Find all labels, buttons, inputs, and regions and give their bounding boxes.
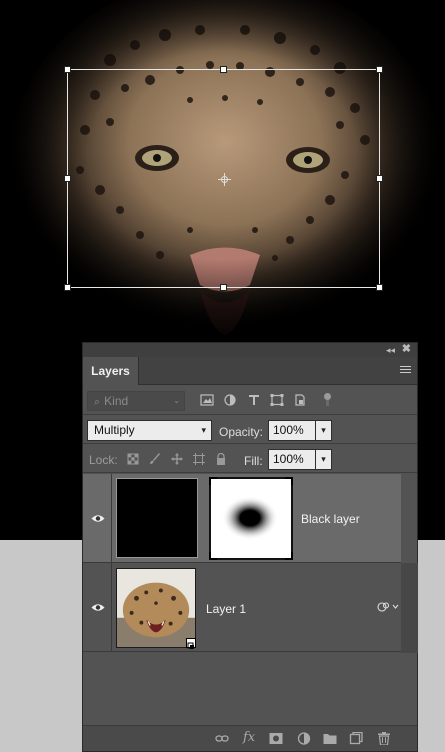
layer-row-layer-1[interactable]: Layer 1 [83,563,417,652]
fill-label: Fill: [244,454,263,468]
fill-dropdown-button[interactable]: ▾ [316,449,332,470]
opacity-label: Opacity: [219,425,264,439]
transform-handle-bottom-center[interactable] [220,284,227,291]
shape-filter-icon[interactable] [270,394,284,406]
smart-object-filter-icon[interactable] [293,394,307,406]
layer-name[interactable]: Black layer [301,512,360,526]
chevron-down-icon: ▾ [201,425,206,435]
lock-transparent-pixels-icon[interactable] [127,453,139,465]
eye-icon[interactable] [91,514,105,523]
chevron-down-icon: ⌄ [173,396,180,405]
visibility-cell[interactable] [83,474,112,562]
visibility-cell[interactable] [83,563,112,651]
transform-handle-top-left[interactable] [64,66,71,73]
adjustment-layer-icon[interactable] [297,732,311,745]
opacity-dropdown-button[interactable]: ▾ [316,420,332,441]
fx-icon[interactable]: fx [243,730,257,745]
search-icon: ⌕ [94,396,101,408]
filter-toggle-switch[interactable] [324,393,331,406]
transform-handle-bottom-right[interactable] [376,284,383,291]
type-filter-icon[interactable] [247,394,261,406]
layer-filter-row: ⌕ Kind ⌄ [83,386,417,415]
lock-image-pixels-icon[interactable] [149,453,161,465]
transform-handle-middle-right[interactable] [376,175,383,182]
blend-row: Multiply ▾ Opacity: 100% ▾ [83,415,417,444]
layer-name[interactable]: Layer 1 [206,602,246,616]
adjustment-filter-icon[interactable] [223,394,237,406]
add-mask-icon[interactable] [269,732,283,745]
lock-artboard-icon[interactable] [193,453,205,465]
reference-point-icon[interactable] [218,173,231,186]
close-panel-icon[interactable]: ✖ [402,343,411,356]
lock-all-icon[interactable] [215,453,227,465]
transform-handle-bottom-left[interactable] [64,284,71,291]
layers-list: Black layer Layer 1 [83,474,418,726]
smart-object-badge-icon [186,638,196,649]
collapse-panel-icon[interactable]: ◂◂ [386,344,395,356]
fill-input[interactable]: 100% [268,449,316,470]
panel-title-bar[interactable]: ◂◂ ✖ [83,343,417,357]
panel-tab-bar: Layers [83,357,417,385]
trash-icon[interactable] [377,732,391,745]
blend-mode-value: Multiply [94,423,135,437]
layer-thumbnail[interactable] [116,478,198,558]
lock-row: Lock: Fill: 100% ▾ [83,444,417,473]
layer-row-black-layer[interactable]: Black layer [83,474,401,563]
pixel-filter-icon[interactable] [200,394,214,406]
transform-handle-middle-left[interactable] [64,175,71,182]
filter-kind-label: Kind [104,394,129,408]
link-layers-icon[interactable] [215,732,229,745]
layers-scrollbar[interactable] [401,563,418,653]
layer-effects-toggle-icon[interactable] [375,601,399,613]
lock-label: Lock: [89,453,118,467]
transform-handle-top-center[interactable] [220,66,227,73]
new-group-icon[interactable] [323,732,337,745]
layer-mask-thumbnail[interactable] [209,477,293,560]
opacity-input[interactable]: 100% [268,420,316,441]
panel-menu-icon[interactable] [400,366,411,375]
tab-layers[interactable]: Layers [83,357,139,385]
eye-icon[interactable] [91,603,105,612]
filter-kind-select[interactable]: ⌕ Kind ⌄ [87,391,185,411]
blend-mode-select[interactable]: Multiply ▾ [87,420,212,441]
new-layer-icon[interactable] [349,732,363,745]
layers-panel: ◂◂ ✖ Layers ⌕ Kind ⌄ Multiply ▾ Opacity: … [82,342,418,752]
layer-thumbnail[interactable] [116,568,196,648]
panel-bottom-bar: fx [83,725,417,751]
lock-position-icon[interactable] [171,453,183,465]
transform-handle-top-right[interactable] [376,66,383,73]
